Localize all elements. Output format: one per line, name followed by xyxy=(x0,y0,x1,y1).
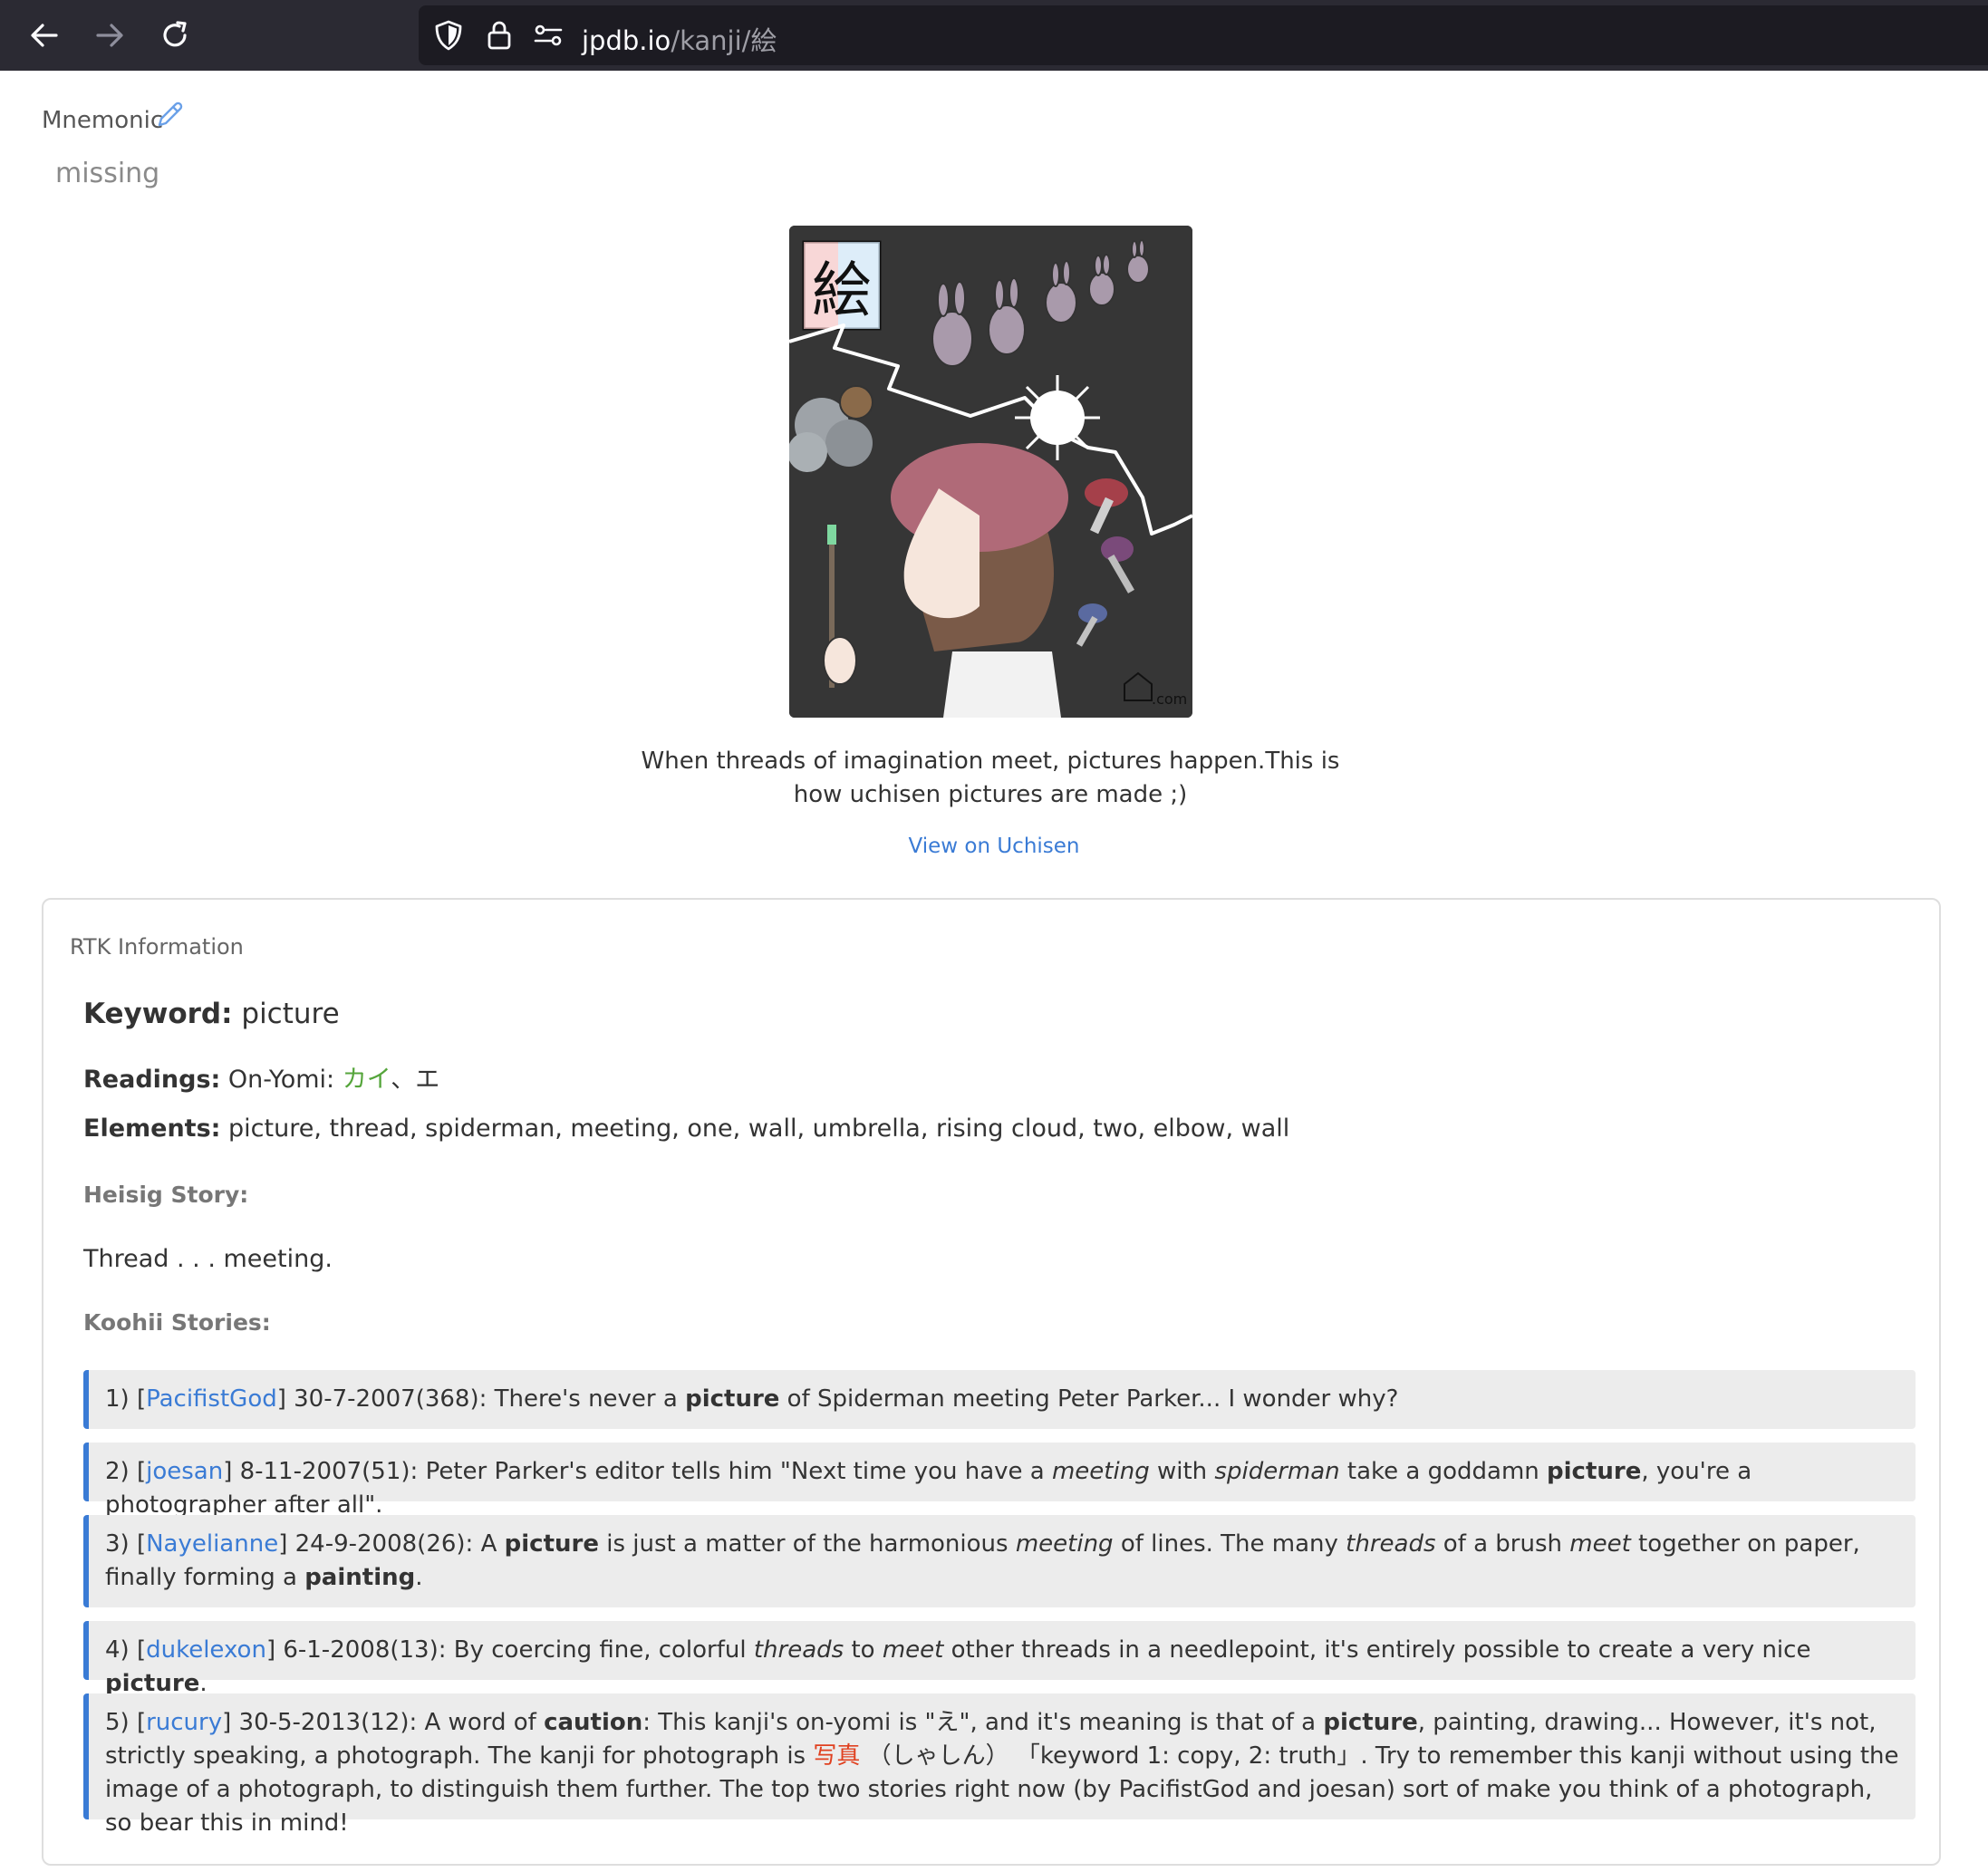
story-text: : This kanji's on-yomi is "え", and it's … xyxy=(642,1709,1324,1736)
story-italic: threads xyxy=(753,1636,844,1664)
koohii-story: 3) [Nayelianne] 24-9-2008(26): A picture… xyxy=(83,1515,1916,1607)
edit-pencil-icon[interactable] xyxy=(154,100,185,130)
back-arrow-icon[interactable] xyxy=(22,13,67,58)
on-yomi-rest: 、エ xyxy=(391,1066,440,1094)
story-text: Peter Parker's editor tells him "Next ti… xyxy=(425,1458,1052,1485)
story-text: of a brush xyxy=(1435,1530,1570,1558)
mnemonic-label: Mnemonic xyxy=(42,107,164,134)
story-user-link[interactable]: PacifistGod xyxy=(146,1385,277,1413)
mnemonic-illustration: 絵 .com xyxy=(789,226,1192,718)
story-meta: ] 30-5-2013(12): xyxy=(222,1709,425,1736)
mnemonic-value: missing xyxy=(55,158,160,189)
story-user-link[interactable]: rucury xyxy=(146,1709,222,1736)
elements-label: Elements: xyxy=(83,1115,221,1143)
illustration-caption: When threads of imagination meet, pictur… xyxy=(641,748,1340,808)
site-permissions-icon[interactable] xyxy=(531,18,565,53)
story-bold: painting xyxy=(304,1564,416,1591)
story-text: A xyxy=(480,1530,505,1558)
heisig-story-label: Heisig Story: xyxy=(83,1182,249,1208)
story-number: 4) [ xyxy=(105,1636,147,1664)
story-text: of lines. The many xyxy=(1113,1530,1346,1558)
url-text[interactable]: jpdb.io/kanji/絵 xyxy=(582,20,777,58)
koohii-story: 4) [dukelexon] 6-1-2008(13): By coercing… xyxy=(83,1621,1916,1697)
address-bar[interactable]: jpdb.io/kanji/絵 xyxy=(419,5,1988,65)
url-path: /kanji/絵 xyxy=(671,25,777,56)
story-text: is just a matter of the harmonious xyxy=(598,1530,1016,1558)
story-bold: picture xyxy=(1547,1458,1642,1485)
story-meta: ] 30-7-2007(368): xyxy=(276,1385,495,1413)
story-text: A word of xyxy=(424,1709,545,1736)
lock-icon[interactable] xyxy=(482,18,516,53)
rtk-card-title: RTK Information xyxy=(70,934,244,960)
story-meta: ] 8-11-2007(51): xyxy=(223,1458,426,1485)
heisig-story-text: Thread . . . meeting. xyxy=(83,1245,333,1273)
keyword-row: Keyword: picture xyxy=(83,998,340,1030)
story-user-link[interactable]: dukelexon xyxy=(146,1636,266,1664)
illustration-watermark: .com xyxy=(1152,690,1187,708)
story-user-link[interactable]: Nayelianne xyxy=(146,1530,278,1558)
illustration-kanji: 絵 xyxy=(812,256,872,325)
story-bold: picture xyxy=(685,1385,780,1413)
koohii-stories-label: Koohii Stories: xyxy=(83,1309,271,1336)
story-number: 2) [ xyxy=(105,1458,147,1485)
keyword-label: Keyword: xyxy=(83,998,233,1030)
story-text: There's never a xyxy=(494,1385,686,1413)
rtk-information-card: RTK Information Keyword: picture Reading… xyxy=(42,898,1941,1866)
story-kanji-highlight: 写真 xyxy=(813,1742,861,1770)
view-on-uchisen-link[interactable]: View on Uchisen xyxy=(0,835,1988,858)
shield-icon[interactable] xyxy=(431,18,466,53)
browser-toolbar: jpdb.io/kanji/絵 xyxy=(0,0,1988,71)
story-bold: picture xyxy=(504,1530,599,1558)
forward-arrow-icon[interactable] xyxy=(87,13,132,58)
koohii-story: 5) [rucury] 30-5-2013(12): A word of cau… xyxy=(83,1693,1916,1837)
story-text: . xyxy=(415,1564,423,1591)
story-italic: spiderman xyxy=(1214,1458,1340,1485)
keyword-value: picture xyxy=(241,998,340,1030)
story-text: to xyxy=(844,1636,883,1664)
story-bold: caution xyxy=(544,1709,643,1736)
story-number: 3) [ xyxy=(105,1530,147,1558)
story-italic: meet xyxy=(1569,1530,1631,1558)
elements-row: Elements: picture, thread, spiderman, me… xyxy=(83,1115,1289,1143)
story-user-link[interactable]: joesan xyxy=(146,1458,223,1485)
story-text: By coercing fine, colorful xyxy=(453,1636,754,1664)
koohii-story: 2) [joesan] 8-11-2007(51): Peter Parker'… xyxy=(83,1443,1916,1519)
story-italic: meeting xyxy=(1051,1458,1150,1485)
story-meta: ] 24-9-2008(26): xyxy=(278,1530,481,1558)
elements-value: picture, thread, spiderman, meeting, one… xyxy=(228,1115,1290,1143)
story-text: take a goddamn xyxy=(1339,1458,1548,1485)
story-meta: ] 6-1-2008(13): xyxy=(265,1636,454,1664)
story-italic: threads xyxy=(1346,1530,1436,1558)
readings-label: Readings: xyxy=(83,1066,221,1094)
story-number: 5) [ xyxy=(105,1709,147,1736)
url-host: jpdb.io xyxy=(582,25,671,56)
reload-icon[interactable] xyxy=(152,13,198,58)
story-text: of Spiderman meeting Peter Parker... I w… xyxy=(779,1385,1399,1413)
story-italic: meet xyxy=(882,1636,944,1664)
readings-row: Readings: On-Yomi: カイ、エ xyxy=(83,1059,439,1095)
koohii-story: 1) [PacifistGod] 30-7-2007(368): There's… xyxy=(83,1370,1916,1429)
story-text: with xyxy=(1149,1458,1215,1485)
on-yomi-label: On-Yomi: xyxy=(227,1066,335,1094)
story-italic: meeting xyxy=(1015,1530,1114,1558)
story-text: other threads in a needlepoint, it's ent… xyxy=(943,1636,1811,1664)
on-yomi-kana: カイ xyxy=(342,1066,391,1094)
story-number: 1) [ xyxy=(105,1385,147,1413)
story-bold: picture xyxy=(1323,1709,1418,1736)
